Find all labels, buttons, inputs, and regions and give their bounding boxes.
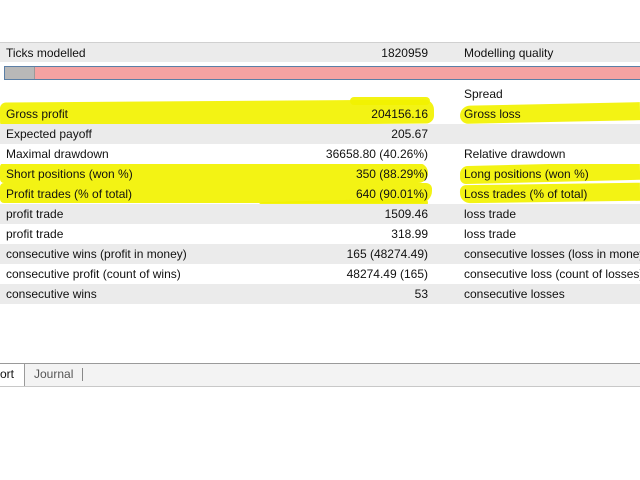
tab-report[interactable]: ort [0, 364, 25, 386]
modelling-quality-bar-fill [5, 67, 35, 79]
row-right-label: consecutive losses (loss in money [464, 247, 640, 261]
row-label: profit trade [6, 227, 64, 241]
table-row: consecutive profit (count of wins) 48274… [0, 264, 640, 284]
top-blank-area [0, 0, 640, 43]
table-row: consecutive wins (profit in money) 165 (… [0, 244, 640, 264]
row-label: Expected payoff [6, 127, 92, 141]
row-value: 1509.46 [384, 207, 428, 221]
ticks-modelled-row: Ticks modelled 1820959 Modelling quality [0, 43, 640, 63]
row-value: 53 [414, 287, 428, 301]
table-row: profit trade 318.99 loss trade [0, 224, 640, 244]
test-report-panel: Ticks modelled 1820959 Modelling quality… [0, 0, 640, 305]
row-right-label: consecutive loss (count of losses) [464, 267, 640, 281]
row-right-label: Long positions (won %) [464, 167, 589, 181]
terminal-tab-bar: ort Journal [0, 363, 640, 387]
tab-separator [82, 368, 83, 381]
table-row: Expected payoff 205.67 [0, 124, 640, 144]
row-right-label: consecutive losses [464, 287, 565, 301]
tab-journal[interactable]: Journal [34, 364, 73, 386]
table-row: Gross profit 204156.16 Gross loss [0, 104, 640, 124]
ticks-modelled-value: 1820959 [381, 46, 428, 60]
row-value: 205.67 [391, 127, 428, 141]
row-value: 48274.49 (165) [346, 267, 428, 281]
spread-label: Spread [464, 87, 503, 101]
row-value: 204156.16 [371, 107, 428, 121]
table-row: Maximal drawdown 36658.80 (40.26%) Relat… [0, 144, 640, 164]
row-label: profit trade [6, 207, 64, 221]
row-value: 36658.80 (40.26%) [325, 147, 428, 161]
row-right-label: loss trade [464, 227, 517, 241]
row-right-label [464, 124, 640, 144]
row-label: Short positions (won %) [6, 167, 133, 181]
table-row: consecutive wins 53 consecutive losses [0, 284, 640, 304]
row-right-label: Loss trades (% of total) [464, 187, 588, 201]
row-label: Gross profit [6, 107, 69, 121]
ticks-modelled-label: Ticks modelled [6, 46, 86, 60]
table-row: Short positions (won %) 350 (88.29%) Lon… [0, 164, 640, 184]
row-label: consecutive wins (profit in money) [6, 247, 187, 261]
row-right-label: Relative drawdown [464, 147, 566, 161]
row-label: consecutive profit (count of wins) [6, 267, 181, 281]
row-right-label: Gross loss [464, 107, 521, 121]
row-value: 318.99 [391, 227, 428, 241]
row-right-label: loss trade [464, 207, 517, 221]
row-label: consecutive wins [6, 287, 97, 301]
row-value: 350 (88.29%) [355, 167, 428, 181]
row-label: Maximal drawdown [6, 147, 109, 161]
modelling-quality-label: Modelling quality [464, 46, 554, 60]
table-row: profit trade 1509.46 loss trade [0, 204, 640, 224]
row-value: 165 (48274.49) [346, 247, 428, 261]
modelling-quality-bar [4, 66, 640, 80]
row-value: 640 (90.01%) [355, 187, 428, 201]
table-row: Profit trades (% of total) 640 (90.01%) … [0, 184, 640, 204]
row-label: Profit trades (% of total) [6, 187, 133, 201]
